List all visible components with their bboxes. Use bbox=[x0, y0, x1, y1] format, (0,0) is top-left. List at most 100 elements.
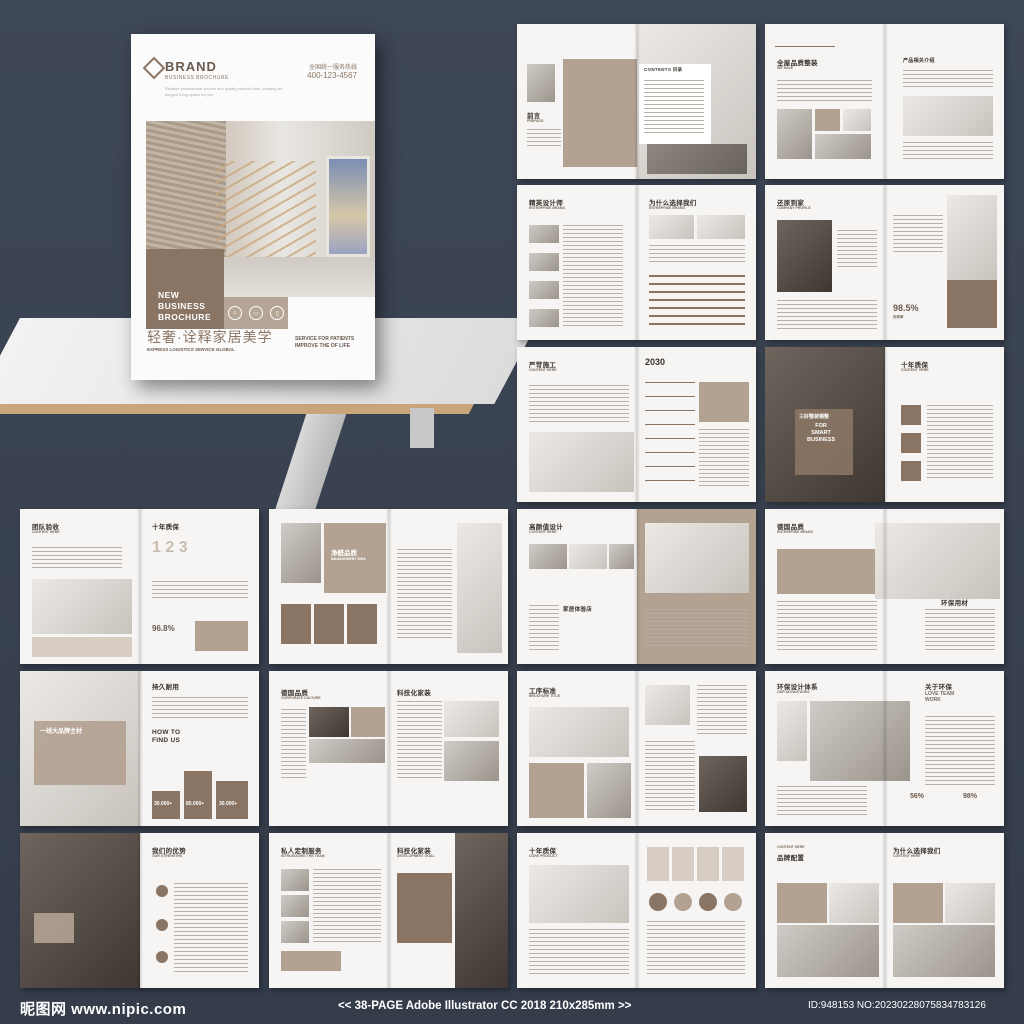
box-en-line-3: BUSINESS bbox=[807, 437, 836, 443]
photo-stairs bbox=[281, 523, 321, 583]
site-logo[interactable]: 昵图网 www.nipic.com bbox=[20, 998, 186, 1019]
text-lines bbox=[903, 70, 993, 90]
year-label: 2030 bbox=[645, 357, 666, 367]
photo-shelf bbox=[455, 833, 508, 988]
step-card bbox=[647, 847, 669, 881]
photo bbox=[569, 544, 607, 569]
cover-title-sub: EXPRESS LOGISTICS SERVICE GLOBAL bbox=[147, 347, 235, 352]
text-lines bbox=[777, 300, 877, 330]
photo bbox=[529, 544, 567, 569]
spread-whole-house: 全屋品质整装 WE HAVE 产品相关介绍 bbox=[765, 24, 1004, 179]
feature-icon bbox=[156, 951, 168, 963]
box-title: 三好整装钢整 bbox=[799, 414, 830, 420]
text-lines bbox=[699, 429, 749, 489]
feature-icon bbox=[901, 433, 921, 453]
spread-subtitle: ENTERPRISE BRAND bbox=[777, 530, 813, 534]
stat-box bbox=[184, 771, 212, 819]
box-title: 一线大品牌主材 bbox=[40, 729, 83, 735]
photo bbox=[829, 883, 879, 923]
text-lines bbox=[649, 245, 745, 265]
tan-panel bbox=[563, 59, 637, 167]
spread-right-subtitle: CONTENT HERE bbox=[893, 854, 921, 858]
text-lines bbox=[152, 697, 248, 721]
photo bbox=[444, 701, 499, 737]
spread-eco-system: 环保设计体系 OUR ADVANTAGES 关于环保 LOVE TEAM WOR… bbox=[765, 671, 1004, 826]
spread-subtitle: ENTERPRISE BRAND bbox=[529, 206, 565, 210]
cover-service-line-1: SERVICE FOR PATIENTS bbox=[295, 336, 355, 342]
spread-right-title: 十年质保 bbox=[152, 524, 180, 531]
photo bbox=[699, 756, 747, 812]
contents-title: CONTENTS 目录 bbox=[644, 67, 683, 72]
spread-subtitle: PREFACE bbox=[527, 119, 544, 123]
photo-livingroom bbox=[529, 865, 629, 923]
spread-construction: 严苛施工 CONTENT HERE 2030 bbox=[517, 347, 756, 502]
percent-1: 56% bbox=[910, 793, 925, 800]
spread-subtitle: OUR ADVANTAGES bbox=[777, 690, 810, 694]
stat-value: 98.5% bbox=[893, 303, 919, 313]
cover-service: SERVICE FOR PATIENTS IMPROVE THE OF LIFE bbox=[295, 336, 354, 350]
spread-designer: 精英设计师 ENTERPRISE BRAND 为什么选择我们 ENTERPRIS… bbox=[517, 185, 756, 340]
spread-right-subtitle: ENTERPRISE BRAND bbox=[649, 206, 685, 210]
tan-strip bbox=[281, 951, 341, 971]
photo-bedroom bbox=[444, 741, 499, 781]
stat-2: 85.000+ bbox=[186, 801, 205, 807]
text-lines bbox=[777, 601, 877, 651]
text-lines bbox=[152, 581, 248, 601]
spread-title: 净醛品质 bbox=[331, 550, 357, 557]
photo bbox=[281, 869, 309, 891]
feature-icon bbox=[156, 885, 168, 897]
text-lines bbox=[313, 869, 381, 943]
spread-subtitle: CONTENT HERE bbox=[32, 530, 60, 534]
circle-photo bbox=[674, 893, 692, 911]
find-us-line-2: FIND US bbox=[152, 737, 181, 744]
spread-right-subtitle: DEVELOPMENT GOAL bbox=[397, 854, 435, 858]
spread-title: 持久耐用 bbox=[152, 684, 180, 691]
numbers-graphic: 1 2 3 bbox=[152, 539, 188, 556]
tan-panel bbox=[893, 883, 943, 923]
photo bbox=[309, 739, 385, 763]
photo-dining bbox=[903, 96, 993, 136]
circle-photo bbox=[649, 893, 667, 911]
text-lines bbox=[903, 142, 993, 162]
feature-box bbox=[347, 604, 377, 644]
photo-wardrobe bbox=[20, 833, 140, 988]
text-lines bbox=[527, 129, 561, 149]
cover-brand: BRAND bbox=[165, 59, 217, 74]
photo bbox=[843, 109, 871, 131]
photo-closet bbox=[777, 220, 832, 292]
cover-block-title-line-3: BROCHURE bbox=[158, 312, 212, 322]
photo bbox=[351, 707, 385, 737]
box-en-line-1: FOR bbox=[815, 423, 827, 429]
stat-label: 优秀率 bbox=[893, 315, 904, 319]
text-lines bbox=[777, 80, 872, 104]
spec-line: << 38-PAGE Adobe Illustrator CC 2018 210… bbox=[338, 1000, 632, 1012]
photo bbox=[529, 253, 559, 271]
right-subtitle-line-2: WORK bbox=[925, 697, 941, 703]
photo-tan bbox=[815, 109, 840, 131]
spread-subtitle: CONTENT HERE bbox=[529, 368, 557, 372]
text-lines bbox=[925, 716, 995, 786]
cover-small-text: Reliable professional service and qualit… bbox=[165, 86, 283, 97]
spread-subtitle: WE HAVE bbox=[777, 66, 794, 70]
photo bbox=[587, 763, 631, 818]
photo bbox=[649, 215, 694, 239]
step-card bbox=[697, 847, 719, 881]
photo-zen bbox=[32, 579, 132, 634]
tan-panel bbox=[777, 883, 827, 923]
spread-advantages: 我们的优势 OUR STRENGTHS bbox=[20, 833, 259, 988]
circle-photo bbox=[699, 893, 717, 911]
step-card bbox=[672, 847, 694, 881]
brochure-cover: BRAND BUSINESS BROCHURE 全国统一服务热线 400-123… bbox=[131, 34, 375, 380]
spread-right-title: 关于环保 bbox=[925, 684, 953, 691]
text-lines bbox=[927, 405, 993, 481]
photo bbox=[893, 925, 995, 977]
spread-right-title: 产品相关介绍 bbox=[903, 58, 935, 64]
skyline-icon bbox=[775, 34, 835, 47]
brand-logo-icon bbox=[142, 56, 166, 80]
progress-bars bbox=[649, 275, 745, 325]
photo-office bbox=[777, 925, 879, 977]
spread-subtitle: INTRODUCING THE TEAM bbox=[281, 854, 325, 858]
spread-right-title: 科技化家装 bbox=[397, 690, 431, 697]
text-lines bbox=[645, 741, 695, 811]
photo bbox=[529, 309, 559, 327]
